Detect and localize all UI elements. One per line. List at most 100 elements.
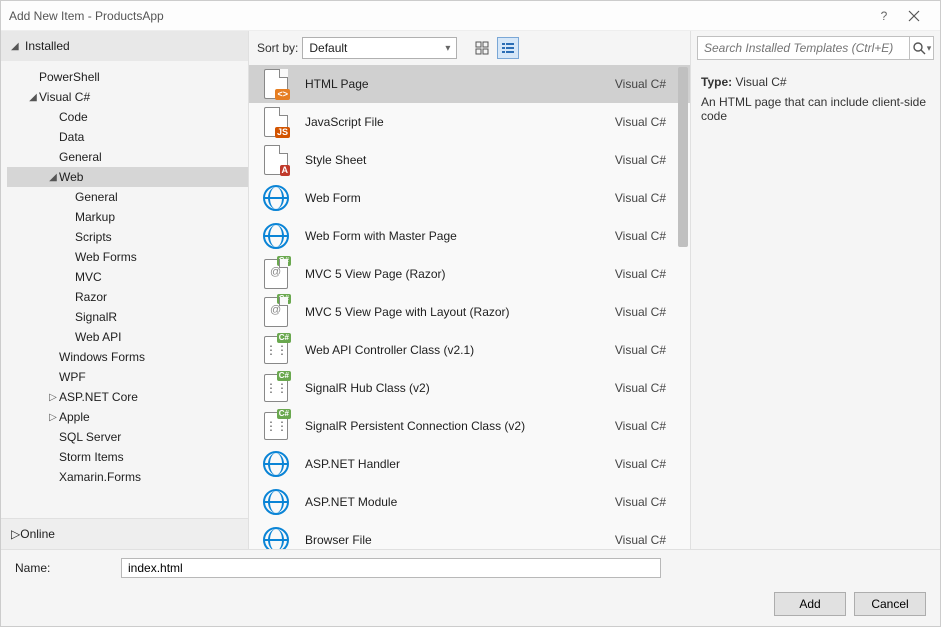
globe-icon xyxy=(263,185,289,211)
template-row[interactable]: <>HTML PageVisual C# xyxy=(249,65,690,103)
type-label: Type: xyxy=(701,75,732,89)
close-icon[interactable] xyxy=(896,5,932,27)
installed-header[interactable]: ◢ Installed xyxy=(1,31,248,61)
name-row: Name: xyxy=(11,558,930,578)
template-row[interactable]: Browser FileVisual C# xyxy=(249,521,690,549)
info-pane: ▾ Type: Visual C# An HTML page that can … xyxy=(690,31,940,549)
template-lang: Visual C# xyxy=(615,343,666,357)
sort-dropdown[interactable]: Default ▾ xyxy=(302,37,457,59)
template-row[interactable]: @C#MVC 5 View Page (Razor)Visual C# xyxy=(249,255,690,293)
template-row[interactable]: ASP.NET ModuleVisual C# xyxy=(249,483,690,521)
tree-item-label: Web Forms xyxy=(75,250,137,264)
tree-item[interactable]: SignalR xyxy=(7,307,248,327)
chevron-down-icon[interactable]: ◢ xyxy=(27,92,39,103)
template-name: JavaScript File xyxy=(305,115,615,129)
online-header-label: Online xyxy=(20,527,55,541)
type-value: Visual C# xyxy=(735,75,786,89)
template-lang: Visual C# xyxy=(615,381,666,395)
template-lang: Visual C# xyxy=(615,305,666,319)
template-lang: Visual C# xyxy=(615,533,666,547)
css-file-icon: A xyxy=(264,145,288,175)
tree-item-label: Code xyxy=(59,110,88,124)
razor-page-icon: @C# xyxy=(264,259,288,289)
js-file-icon: JS xyxy=(264,107,288,137)
tree-item[interactable]: Xamarin.Forms xyxy=(7,467,248,487)
tree-item[interactable]: General xyxy=(7,187,248,207)
template-name: ASP.NET Module xyxy=(305,495,615,509)
category-pane: ◢ Installed PowerShell ◢Visual C# Code Data… xyxy=(1,31,249,549)
view-list-button[interactable] xyxy=(497,37,519,59)
template-name: MVC 5 View Page (Razor) xyxy=(305,267,615,281)
tree-item-label: PowerShell xyxy=(39,70,100,84)
tree-item[interactable]: Razor xyxy=(7,287,248,307)
tree-item[interactable]: Web Forms xyxy=(7,247,248,267)
search-input[interactable] xyxy=(697,36,910,60)
tree-item[interactable]: Data xyxy=(7,127,248,147)
tree-item[interactable]: Windows Forms xyxy=(7,347,248,367)
tree-item-label: Markup xyxy=(75,210,115,224)
html-file-icon: <> xyxy=(264,69,288,99)
template-row[interactable]: Web FormVisual C# xyxy=(249,179,690,217)
template-lang: Visual C# xyxy=(615,153,666,167)
help-button[interactable]: ? xyxy=(872,9,896,23)
tree-item[interactable]: PowerShell xyxy=(7,67,248,87)
template-row[interactable]: ⋮⋮C#SignalR Persistent Connection Class … xyxy=(249,407,690,445)
search-button[interactable]: ▾ xyxy=(910,36,934,60)
template-lang: Visual C# xyxy=(615,457,666,471)
name-input[interactable] xyxy=(121,558,661,578)
tree-item[interactable]: ▷Apple xyxy=(7,407,248,427)
installed-header-label: Installed xyxy=(25,39,70,53)
tree-item[interactable]: Markup xyxy=(7,207,248,227)
razor-page-icon: @C# xyxy=(264,297,288,327)
chevron-right-icon[interactable]: ▷ xyxy=(47,392,59,403)
tree-item-label: Web xyxy=(59,170,83,184)
scrollbar-thumb[interactable] xyxy=(678,67,688,247)
tree-item[interactable]: Web API xyxy=(7,327,248,347)
globe-icon xyxy=(263,489,289,515)
tree-item-label: SignalR xyxy=(75,310,117,324)
tree-item[interactable]: Code xyxy=(7,107,248,127)
template-row[interactable]: @C# MVC 5 View Page with Layout (Razor)Vi… xyxy=(249,293,690,331)
tree-item[interactable]: ◢Visual C# xyxy=(7,87,248,107)
template-name: ASP.NET Handler xyxy=(305,457,615,471)
tree-item[interactable]: ◢Web xyxy=(7,167,248,187)
template-name: MVC 5 View Page with Layout (Razor) xyxy=(305,305,615,319)
template-lang: Visual C# xyxy=(615,229,666,243)
add-button[interactable]: Add xyxy=(774,592,846,616)
tree-item[interactable]: Scripts xyxy=(7,227,248,247)
sort-label: Sort by: xyxy=(257,41,298,55)
template-row[interactable]: ⋮⋮C#SignalR Hub Class (v2)Visual C# xyxy=(249,369,690,407)
tree-item[interactable]: MVC xyxy=(7,267,248,287)
template-row[interactable]: Web Form with Master PageVisual C# xyxy=(249,217,690,255)
tree-item[interactable]: Storm Items xyxy=(7,447,248,467)
chevron-right-icon[interactable]: ▷ xyxy=(47,412,59,423)
online-header[interactable]: ▷ Online xyxy=(1,518,248,549)
template-row[interactable]: A Style SheetVisual C# xyxy=(249,141,690,179)
search-wrap: ▾ xyxy=(691,31,940,65)
template-description: An HTML page that can include client-sid… xyxy=(701,95,930,123)
template-row[interactable]: JSJavaScript FileVisual C# xyxy=(249,103,690,141)
description-pane: Type: Visual C# An HTML page that can in… xyxy=(691,65,940,133)
tree-item[interactable]: WPF xyxy=(7,367,248,387)
tree-item[interactable]: SQL Server xyxy=(7,427,248,447)
tree-item[interactable]: ▷ASP.NET Core xyxy=(7,387,248,407)
template-name: Web API Controller Class (v2.1) xyxy=(305,343,615,357)
tree-item-label: Windows Forms xyxy=(59,350,145,364)
titlebar: Add New Item - ProductsApp ? xyxy=(1,1,940,31)
tree-item[interactable]: General xyxy=(7,147,248,167)
chevron-down-icon[interactable]: ◢ xyxy=(47,172,59,183)
template-row[interactable]: ⋮⋮C# Web API Controller Class (v2.1)Visua… xyxy=(249,331,690,369)
template-lang: Visual C# xyxy=(615,77,666,91)
template-name: Browser File xyxy=(305,533,615,547)
view-large-icons-button[interactable] xyxy=(471,37,493,59)
chevron-down-icon: ▾ xyxy=(445,43,450,54)
cancel-button[interactable]: Cancel xyxy=(854,592,926,616)
template-row[interactable]: ASP.NET HandlerVisual C# xyxy=(249,445,690,483)
template-name: Style Sheet xyxy=(305,153,615,167)
template-name: Web Form with Master Page xyxy=(305,229,615,243)
tree-item-label: Razor xyxy=(75,290,107,304)
template-list[interactable]: <>HTML PageVisual C# JS JavaScript File Vis… xyxy=(249,65,690,549)
controller-class-icon: ⋮⋮C# xyxy=(264,336,288,364)
sort-value: Default xyxy=(309,41,347,55)
template-lang: Visual C# xyxy=(615,419,666,433)
